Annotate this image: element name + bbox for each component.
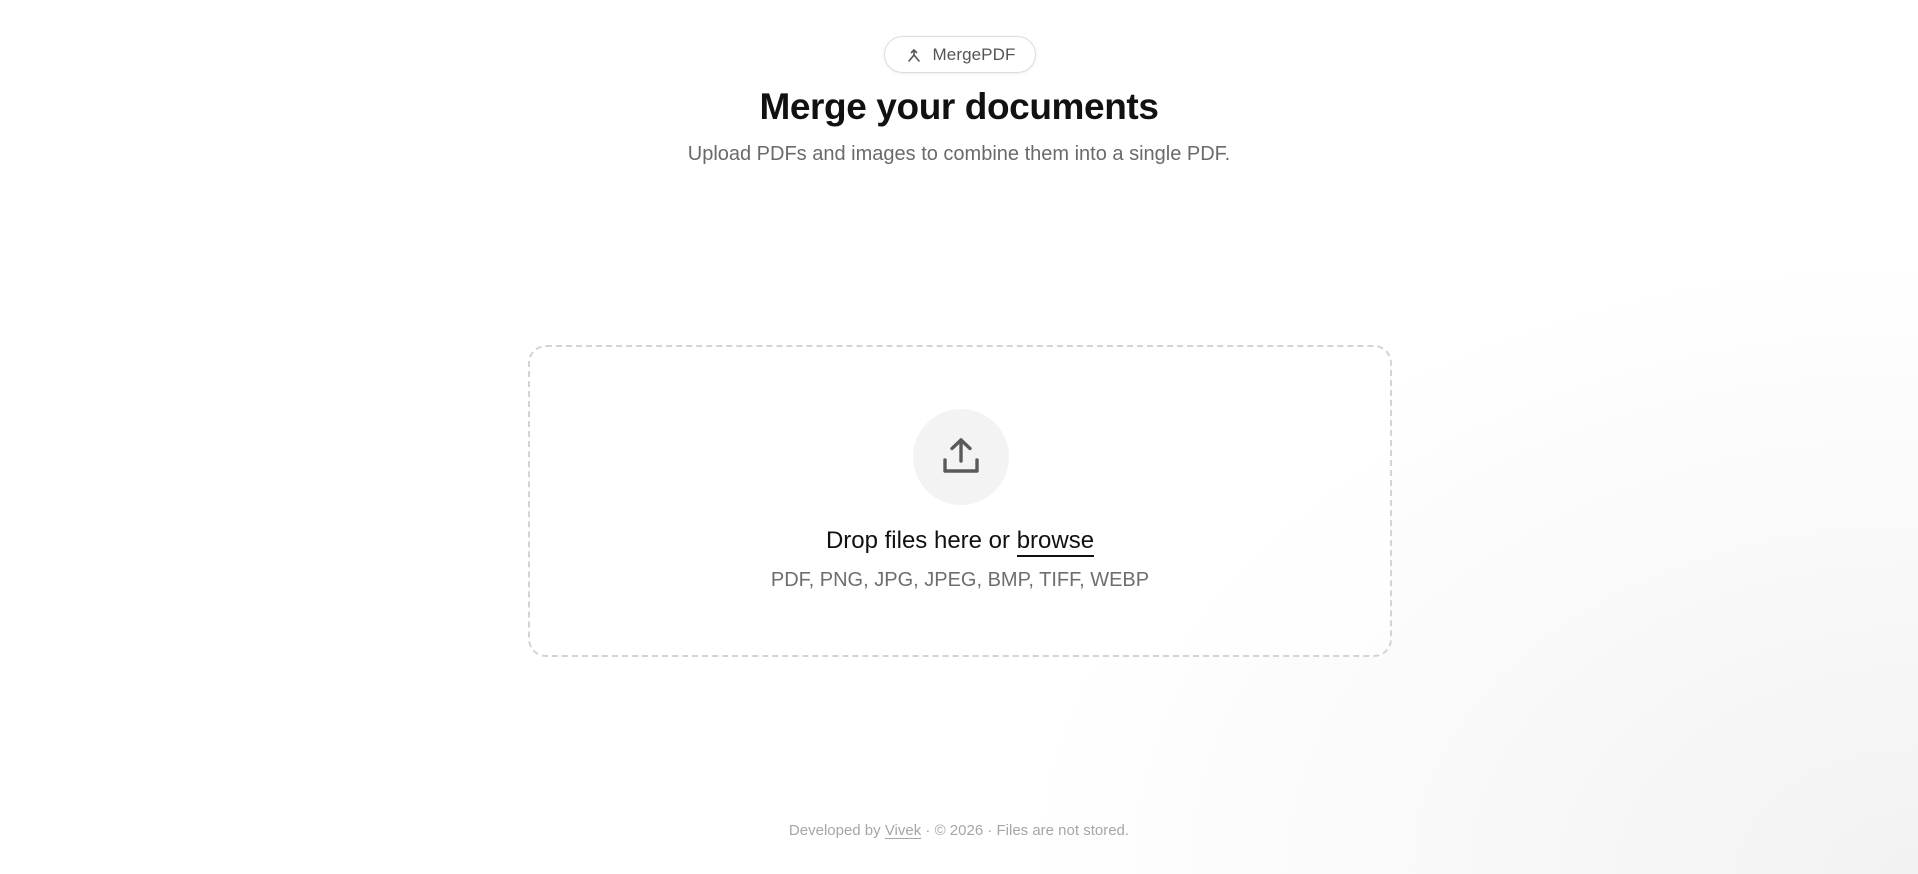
drop-prompt: Drop files here or bbox=[825, 527, 1017, 554]
author-link[interactable]: Vivek bbox=[885, 822, 921, 839]
browse-link[interactable]: browse bbox=[1016, 527, 1095, 557]
page: MergePDF Merge your documents Upload PDF… bbox=[0, 0, 1918, 874]
page-subtitle: Upload PDFs and images to combine them i… bbox=[687, 143, 1231, 165]
footer-suffix: · © 2026 · Files are not stored. bbox=[921, 822, 1130, 839]
brand-badge: MergePDF bbox=[884, 36, 1036, 73]
footer: Developed by Vivek · © 2026 · Files are … bbox=[0, 822, 1918, 839]
footer-prefix: Developed by bbox=[788, 822, 885, 839]
drop-instructions: Drop files here or browse bbox=[530, 527, 1390, 557]
supported-formats: PDF, PNG, JPG, JPEG, BMP, TIFF, WEBP bbox=[770, 569, 1150, 591]
upload-icon-circle bbox=[913, 409, 1009, 505]
page-title: Merge your documents bbox=[759, 86, 1159, 127]
file-dropzone[interactable]: Drop files here or browse PDF, PNG, JPG,… bbox=[528, 345, 1392, 657]
merge-icon bbox=[905, 46, 923, 64]
upload-icon bbox=[939, 433, 983, 482]
brand-name: MergePDF bbox=[932, 44, 1016, 64]
